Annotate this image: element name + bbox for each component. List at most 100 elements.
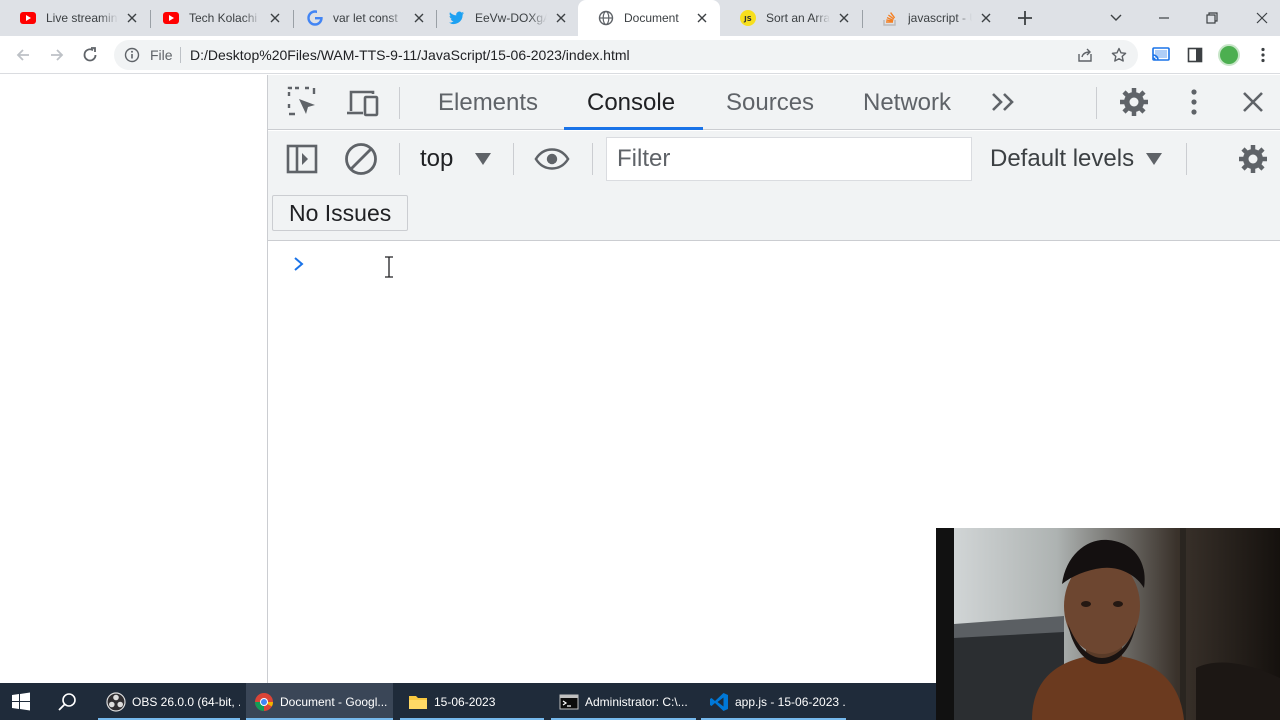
issues-button[interactable]: No Issues	[272, 195, 409, 231]
clear-console-button[interactable]	[343, 141, 379, 177]
tab-title: javascript - U	[908, 11, 972, 25]
info-icon[interactable]	[124, 47, 140, 63]
browser-tab[interactable]: JS Sort an Array	[720, 0, 862, 36]
tab-title: Sort an Array	[766, 11, 830, 25]
divider	[1186, 143, 1187, 175]
live-expression-button[interactable]	[534, 141, 570, 177]
youtube-icon	[163, 10, 179, 26]
taskbar-item-chrome[interactable]: Document - Googl...	[246, 683, 393, 720]
gear-icon	[1120, 88, 1148, 116]
browser-tab-strip: Live streaming Tech Kolachi var let cons…	[0, 0, 1280, 36]
close-tab-icon[interactable]	[553, 10, 569, 26]
tab-search-button[interactable]	[1106, 8, 1126, 28]
close-icon	[1243, 92, 1263, 112]
twitter-icon	[449, 10, 465, 26]
kebab-menu-icon	[1261, 47, 1265, 63]
new-tab-button[interactable]	[1015, 8, 1035, 28]
chrome-icon	[254, 692, 274, 712]
minimize-icon	[1159, 17, 1169, 19]
cast-button[interactable]	[1151, 45, 1171, 65]
close-tab-icon[interactable]	[836, 10, 852, 26]
console-settings-button[interactable]	[1235, 141, 1271, 177]
browser-tab[interactable]: var let const	[287, 0, 437, 36]
close-devtools-button[interactable]	[1235, 84, 1271, 120]
devtools-tab-bar: Elements Console Sources Network	[268, 75, 1280, 130]
tab-title: EeVw-DOXgA	[475, 11, 547, 25]
taskbar-item-label: Document - Googl...	[280, 694, 388, 709]
side-panel-button[interactable]	[1185, 45, 1205, 65]
dropdown-arrow-icon	[1146, 153, 1162, 165]
webcam-feed-image	[936, 528, 1280, 720]
page-viewport[interactable]	[0, 75, 268, 683]
bookmark-star-icon[interactable]	[1110, 46, 1128, 64]
close-tab-icon[interactable]	[124, 10, 140, 26]
close-tab-icon[interactable]	[694, 10, 710, 26]
url-text[interactable]: D:/Desktop%20Files/WAM-TTS-9-11/JavaScri…	[190, 47, 630, 63]
customize-devtools-button[interactable]	[1176, 84, 1212, 120]
globe-icon	[598, 10, 614, 26]
google-icon	[307, 10, 323, 26]
restore-button[interactable]	[1202, 8, 1222, 28]
divider	[1096, 87, 1097, 119]
minimize-button[interactable]	[1154, 8, 1174, 28]
tab-title: Tech Kolachi	[189, 11, 258, 25]
forward-button[interactable]	[47, 45, 67, 65]
browser-menu-button[interactable]	[1253, 45, 1273, 65]
javascript-context-select[interactable]: top	[420, 145, 453, 173]
divider	[592, 143, 593, 175]
close-tab-icon[interactable]	[267, 10, 283, 26]
dropdown-arrow-icon	[475, 153, 491, 165]
taskbar-item-label: Administrator: C:\...	[585, 694, 688, 709]
double-chevron-right-icon	[992, 93, 1014, 111]
inspect-element-button[interactable]	[284, 84, 320, 120]
close-tab-icon[interactable]	[411, 10, 427, 26]
url-scheme-label: File	[150, 47, 173, 63]
browser-tab[interactable]: Tech Kolachi	[143, 0, 293, 36]
windows-start-icon[interactable]	[10, 691, 32, 713]
search-icon[interactable]	[56, 691, 78, 713]
vscode-icon	[709, 692, 729, 712]
browser-tab[interactable]: EeVw-DOXgA	[429, 0, 579, 36]
tab-console[interactable]: Console	[587, 75, 675, 130]
folder-icon	[408, 692, 428, 712]
browser-tab-active[interactable]: Document	[578, 0, 720, 36]
close-icon	[1256, 12, 1268, 24]
profile-avatar[interactable]	[1218, 44, 1240, 66]
browser-tab[interactable]: javascript - U	[862, 0, 1004, 36]
arrow-left-icon	[16, 49, 29, 61]
plus-icon	[1018, 11, 1032, 25]
address-divider	[180, 47, 181, 63]
log-levels-select[interactable]: Default levels	[990, 145, 1134, 173]
reload-button[interactable]	[80, 45, 100, 65]
device-toolbar-button[interactable]	[344, 84, 380, 120]
taskbar-item-explorer[interactable]: 15-06-2023	[400, 683, 544, 720]
taskbar-item-label: OBS 26.0.0 (64-bit, ...	[132, 694, 240, 709]
tab-network[interactable]: Network	[863, 75, 951, 130]
taskbar-item-label: app.js - 15-06-2023 ...	[735, 694, 846, 709]
tab-elements[interactable]: Elements	[438, 75, 538, 130]
active-tab-indicator	[564, 127, 703, 130]
console-prompt-chevron-icon	[294, 257, 304, 271]
devtools-settings-button[interactable]	[1116, 84, 1152, 120]
address-bar[interactable]: File D:/Desktop%20Files/WAM-TTS-9-11/Jav…	[114, 40, 1138, 70]
taskbar-item-terminal[interactable]: Administrator: C:\...	[551, 683, 696, 720]
inspect-icon	[287, 86, 316, 116]
taskbar-item-obs[interactable]: OBS 26.0.0 (64-bit, ...	[98, 683, 240, 720]
taskbar-item-vscode[interactable]: app.js - 15-06-2023 ...	[701, 683, 846, 720]
divider	[399, 87, 400, 119]
restore-icon	[1206, 12, 1218, 24]
browser-tab[interactable]: Live streaming	[0, 0, 150, 36]
share-icon[interactable]	[1076, 46, 1094, 64]
close-tab-icon[interactable]	[978, 10, 994, 26]
more-tabs-button[interactable]	[986, 84, 1022, 120]
close-window-button[interactable]	[1252, 8, 1272, 28]
clear-icon	[345, 143, 377, 175]
console-toolbar: top Default levels	[268, 131, 1280, 187]
show-console-sidebar-button[interactable]	[284, 141, 320, 177]
chevron-down-icon	[1110, 14, 1122, 21]
tab-sources[interactable]: Sources	[726, 75, 814, 130]
reload-icon	[83, 47, 97, 62]
filter-input[interactable]	[607, 138, 971, 180]
back-button[interactable]	[13, 45, 33, 65]
console-input[interactable]	[318, 247, 1258, 277]
